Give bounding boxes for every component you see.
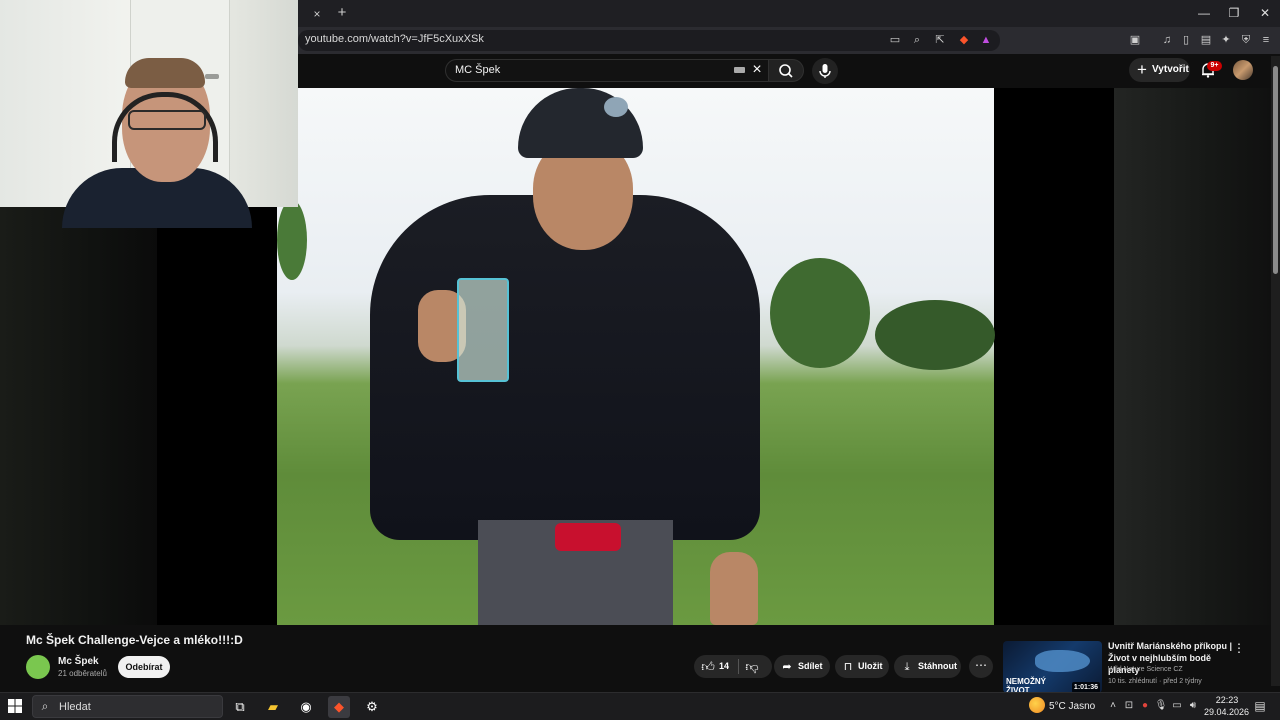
kebab-menu-icon[interactable]: ⋮ (1233, 640, 1245, 656)
create-button-label: Vytvořit (1152, 64, 1189, 75)
subscribe-button[interactable]: Odebírat (118, 656, 170, 678)
brave-rewards-icon[interactable]: ▲ (978, 32, 994, 48)
thumbs-up-icon[interactable]: 👍︎ (700, 659, 716, 675)
brave-shields-icon[interactable]: ◆ (956, 32, 972, 48)
download-icon: ⤓ (904, 661, 910, 673)
video-person-belt-bag (555, 523, 621, 551)
weather-icon[interactable] (1029, 697, 1045, 713)
plus-icon: + (1137, 60, 1147, 79)
menu-icon[interactable]: ≡ (1258, 32, 1274, 48)
window-restore-button[interactable]: ❐ (1224, 4, 1244, 22)
webcam-person-hair (125, 58, 205, 88)
share-button-label: Sdílet (798, 661, 823, 671)
volume-icon[interactable]: 🔊︎ (1186, 698, 1200, 714)
settings-gear-icon[interactable]: ⚙ (361, 696, 383, 718)
tray-app-icon[interactable]: ● (1138, 698, 1152, 714)
video-tree (277, 200, 307, 280)
window-close-button[interactable]: ✕ (1255, 4, 1275, 22)
network-icon[interactable]: ▭ (1170, 698, 1184, 714)
recommendation-channel[interactable]: Wild Nature Science CZ (1108, 666, 1183, 673)
window-minimize-button[interactable]: — (1194, 4, 1214, 22)
video-person-hand (710, 552, 758, 625)
notification-badge: 9+ (1207, 61, 1222, 71)
scrollbar-thumb[interactable] (1273, 66, 1278, 274)
brave-browser-icon[interactable]: ◆ (328, 696, 350, 718)
tab-close-button[interactable]: × (309, 6, 325, 22)
search-icon (779, 64, 793, 78)
task-view-icon[interactable]: ⧉ (229, 696, 251, 718)
vpn-icon[interactable]: ⛨ (1238, 32, 1254, 48)
voice-search-button[interactable] (812, 58, 838, 84)
webcam-glasses (128, 110, 206, 130)
sidebar-icon[interactable]: ▯ (1178, 32, 1194, 48)
search-button[interactable] (768, 59, 804, 82)
tray-overflow-icon[interactable]: ˄ (1106, 698, 1120, 714)
windows-start-button[interactable] (8, 699, 22, 713)
save-button-label: Uložit (858, 661, 883, 671)
url-text[interactable]: youtube.com/watch?v=JfF5cXuxXSk (305, 33, 484, 45)
keyboard-icon[interactable] (734, 67, 745, 73)
media-icon[interactable]: ♫ (1159, 32, 1175, 48)
weather-text[interactable]: 5°C Jasno (1049, 701, 1095, 712)
like-count[interactable]: 14 (719, 661, 729, 671)
account-avatar[interactable] (1233, 60, 1253, 80)
cap-logo (604, 97, 628, 117)
clock-date[interactable]: 29.04.2026 (1204, 707, 1249, 717)
more-actions-button[interactable]: ⋯ (969, 655, 993, 678)
share-icon: ➦ (782, 661, 792, 673)
video-glass-of-milk (457, 278, 509, 382)
search-input-value[interactable]: MC Špek (455, 64, 500, 76)
windows-logo-icon (8, 699, 22, 713)
video-tree (770, 258, 870, 368)
wallet-icon[interactable]: ▤ (1198, 32, 1214, 48)
thumbnail-text-line: NEMOŽNÝ (1006, 677, 1046, 686)
leo-ai-icon[interactable]: ✦ (1218, 32, 1234, 48)
thumbnail-fish (1035, 650, 1090, 672)
zoom-icon[interactable]: ⌕ (909, 32, 925, 48)
bookmark-icon: ⊓ (843, 661, 853, 673)
microphone-icon (819, 64, 831, 78)
microphone-tray-icon[interactable]: 🎙︎ (1154, 698, 1168, 714)
thumbs-down-icon[interactable]: 👎︎ (744, 659, 760, 675)
channel-avatar[interactable] (26, 655, 50, 679)
video-title: Mc Špek Challenge-Vejce a mléko!!!:D (26, 633, 243, 647)
file-explorer-icon[interactable]: ▰ (262, 696, 284, 718)
taskbar-search-placeholder[interactable]: Hledat (59, 701, 91, 713)
ambient-glow-left (0, 207, 157, 625)
video-tree (875, 300, 995, 370)
tray-app-icon[interactable]: ⊡ (1122, 698, 1136, 714)
clear-search-icon[interactable]: × (749, 60, 765, 80)
channel-name[interactable]: Mc Špek (58, 656, 99, 667)
notification-center-icon[interactable]: ▤ (1253, 698, 1267, 714)
download-button-label: Stáhnout (918, 661, 957, 671)
share-page-icon[interactable]: ⇱ (932, 32, 948, 48)
reader-mode-icon[interactable]: ▭ (887, 32, 903, 48)
search-icon: ⌕ (41, 699, 49, 713)
like-divider (738, 659, 739, 674)
subscriber-count: 21 odběratelů (58, 669, 107, 678)
webcam-door-handle (205, 74, 219, 79)
recommendation-meta: 10 tis. zhlédnutí · před 2 týdny (1108, 678, 1202, 685)
cast-icon[interactable]: ▣ (1127, 32, 1143, 48)
clock-time[interactable]: 22:23 (1212, 695, 1242, 705)
new-tab-button[interactable]: + (334, 5, 350, 21)
obs-studio-icon[interactable]: ◉ (295, 696, 317, 718)
ambient-glow-right (1114, 88, 1274, 625)
